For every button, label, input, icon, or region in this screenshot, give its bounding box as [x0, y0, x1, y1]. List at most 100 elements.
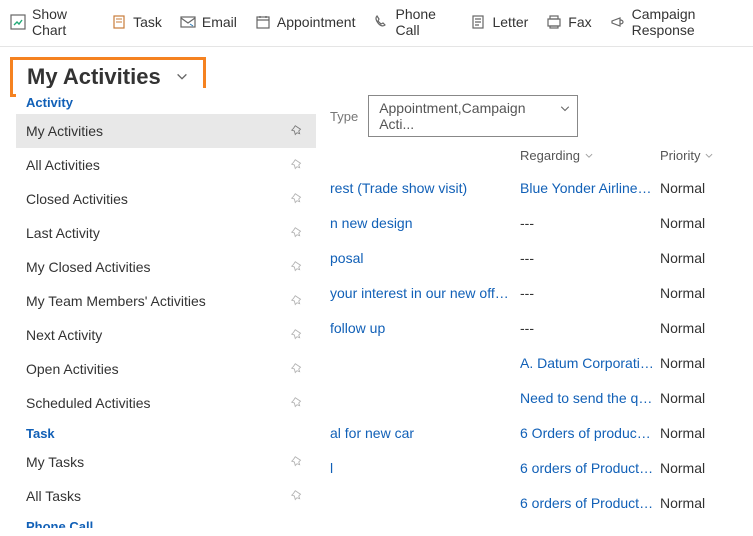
- activity-type-filter[interactable]: Appointment,Campaign Acti...: [368, 95, 578, 137]
- table-row[interactable]: l6 orders of Product SKU .Normal: [330, 451, 743, 486]
- filter-row: Type Appointment,Campaign Acti...: [330, 95, 578, 137]
- table-row[interactable]: 6 orders of Product SKU .Normal: [330, 486, 743, 521]
- col-priority-header[interactable]: Priority: [660, 148, 730, 163]
- dropdown-item[interactable]: My Tasks: [16, 445, 316, 479]
- dropdown-category: Phone Call: [16, 513, 316, 528]
- table-row[interactable]: your interest in our new offerings---Nor…: [330, 276, 743, 311]
- table-row[interactable]: Need to send the quotatiNormal: [330, 381, 743, 416]
- cell-priority: Normal: [660, 460, 720, 476]
- view-dropdown[interactable]: Activity My Activities All Activities Close…: [16, 88, 316, 528]
- table-row[interactable]: posal---Normal: [330, 241, 743, 276]
- col-subject: [330, 148, 520, 163]
- dropdown-item-label: Last Activity: [26, 225, 100, 241]
- cell-subject[interactable]: l: [330, 460, 520, 476]
- dropdown-item-label: All Activities: [26, 157, 100, 173]
- dropdown-category: Activity: [16, 89, 316, 114]
- cell-regarding[interactable]: Blue Yonder Airlines (sam: [520, 180, 660, 196]
- pin-icon: [290, 489, 304, 503]
- pin-icon: [290, 260, 304, 274]
- toolbar-appointment[interactable]: Appointment: [255, 14, 356, 30]
- pin-icon: [290, 396, 304, 410]
- cell-priority: Normal: [660, 425, 720, 441]
- dropdown-item-label: Scheduled Activities: [26, 395, 151, 411]
- cell-regarding[interactable]: A. Datum Corporation (sa: [520, 355, 660, 371]
- cell-regarding[interactable]: 6 orders of Product SKU .: [520, 495, 660, 511]
- toolbar-label: Show Chart: [32, 6, 93, 38]
- pin-icon: [290, 124, 304, 138]
- toolbar-campaign[interactable]: Campaign Response: [610, 6, 743, 38]
- cell-priority: Normal: [660, 390, 720, 406]
- toolbar-label: Appointment: [277, 14, 356, 30]
- toolbar-phone[interactable]: Phone Call: [373, 6, 452, 38]
- toolbar-label: Campaign Response: [632, 6, 743, 38]
- toolbar-task[interactable]: Task: [111, 14, 162, 30]
- dropdown-item-label: Closed Activities: [26, 191, 128, 207]
- cell-subject[interactable]: n new design: [330, 215, 520, 231]
- pin-icon: [290, 158, 304, 172]
- cell-priority: Normal: [660, 215, 720, 231]
- dropdown-item[interactable]: Closed Activities: [16, 182, 316, 216]
- dropdown-item-label: My Tasks: [26, 454, 84, 470]
- cell-subject[interactable]: rest (Trade show visit): [330, 180, 520, 196]
- col-regarding-label: Regarding: [520, 148, 580, 163]
- dropdown-item[interactable]: Scheduled Activities: [16, 386, 316, 420]
- cell-subject[interactable]: your interest in our new offerings: [330, 285, 520, 301]
- dropdown-item[interactable]: Last Activity: [16, 216, 316, 250]
- table-row[interactable]: A. Datum Corporation (saNormal: [330, 346, 743, 381]
- dropdown-item[interactable]: My Closed Activities: [16, 250, 316, 284]
- dropdown-item[interactable]: My Team Members' Activities: [16, 284, 316, 318]
- cell-regarding[interactable]: 6 Orders of product sku J: [520, 425, 660, 441]
- cell-subject: [330, 495, 520, 511]
- cell-regarding[interactable]: 6 orders of Product SKU .: [520, 460, 660, 476]
- toolbar-label: Task: [133, 14, 162, 30]
- cell-regarding: ---: [520, 215, 660, 231]
- cell-subject[interactable]: al for new car: [330, 425, 520, 441]
- toolbar-label: Letter: [492, 14, 528, 30]
- pin-icon: [290, 362, 304, 376]
- col-regarding-header[interactable]: Regarding: [520, 148, 660, 163]
- cell-priority: Normal: [660, 285, 720, 301]
- email-icon: [180, 14, 196, 30]
- grid-header: Regarding Priority: [330, 140, 743, 171]
- pin-icon: [290, 455, 304, 469]
- toolbar-label: Fax: [568, 14, 591, 30]
- pin-icon: [290, 226, 304, 240]
- cell-priority: Normal: [660, 495, 720, 511]
- cell-priority: Normal: [660, 320, 720, 336]
- dropdown-item-label: My Activities: [26, 123, 103, 139]
- cell-subject: [330, 390, 520, 406]
- cell-regarding[interactable]: Need to send the quotati: [520, 390, 660, 406]
- toolbar-label: Phone Call: [395, 6, 452, 38]
- pin-icon: [290, 294, 304, 308]
- chart-icon: [10, 14, 26, 30]
- pin-icon: [290, 192, 304, 206]
- toolbar-label: Email: [202, 14, 237, 30]
- cell-subject[interactable]: posal: [330, 250, 520, 266]
- toolbar-fax[interactable]: Fax: [546, 14, 591, 30]
- dropdown-item-label: All Tasks: [26, 488, 81, 504]
- dropdown-item[interactable]: My Activities: [16, 114, 316, 148]
- fax-icon: [546, 14, 562, 30]
- table-row[interactable]: follow up---Normal: [330, 311, 743, 346]
- table-row[interactable]: n new design---Normal: [330, 206, 743, 241]
- dropdown-item[interactable]: Next Activity: [16, 318, 316, 352]
- toolbar-email[interactable]: Email: [180, 14, 237, 30]
- chevron-down-icon: [175, 70, 189, 84]
- toolbar-chart[interactable]: Show Chart: [10, 6, 93, 38]
- command-bar: Show Chart Task Email Appointment Phone Call…: [0, 0, 753, 47]
- cell-regarding: ---: [520, 250, 660, 266]
- table-row[interactable]: al for new car6 Orders of product sku JN…: [330, 416, 743, 451]
- view-title: My Activities: [27, 64, 161, 90]
- toolbar-letter[interactable]: Letter: [470, 14, 528, 30]
- dropdown-category: Task: [16, 420, 316, 445]
- table-row[interactable]: rest (Trade show visit)Blue Yonder Airli…: [330, 171, 743, 206]
- cell-subject[interactable]: follow up: [330, 320, 520, 336]
- dropdown-item[interactable]: All Tasks: [16, 479, 316, 513]
- chevron-down-icon: [584, 151, 594, 161]
- dropdown-item[interactable]: All Activities: [16, 148, 316, 182]
- phone-icon: [373, 14, 389, 30]
- col-priority-label: Priority: [660, 148, 700, 163]
- cell-regarding: ---: [520, 285, 660, 301]
- dropdown-item[interactable]: Open Activities: [16, 352, 316, 386]
- filter-value: Appointment,Campaign Acti...: [379, 100, 525, 132]
